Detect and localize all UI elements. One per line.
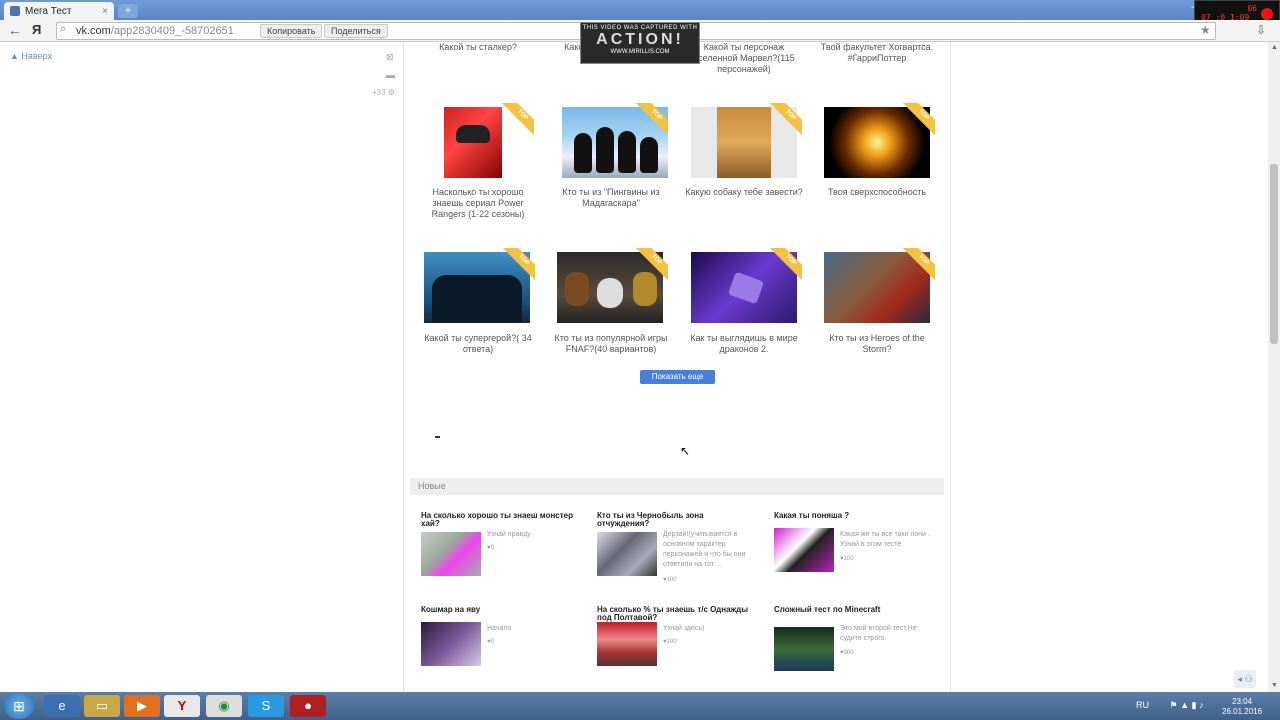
test-caption[interactable]: Твой факультет Хогвартса. #ГарриПоттер — [817, 42, 937, 64]
likes-count: ♥300 — [840, 650, 854, 656]
scroll-up-arrow-icon[interactable]: ▲ — [1271, 44, 1278, 51]
new-test-thumbnail[interactable] — [597, 622, 657, 666]
divider-mark — [435, 436, 440, 438]
likes-count: ♥100 — [663, 577, 677, 583]
media-player-icon[interactable]: ▶ — [124, 695, 160, 717]
test-caption[interactable]: Какой ты супергерой?( 34 ответа) — [418, 333, 538, 355]
test-caption[interactable]: Твоя сверхспособность — [817, 187, 937, 198]
tray-icons[interactable]: ⚑ ▲ ▮ ♪ — [1170, 700, 1204, 710]
gear-icon: ⚙ — [387, 88, 395, 97]
top-ribbon: TOP — [903, 103, 935, 135]
top-ribbon: TOP — [903, 248, 935, 280]
new-test-title[interactable]: Кто ты из Чернобыль зона отчуждения? — [597, 512, 757, 528]
search-icon: ⌕ — [60, 23, 67, 35]
top-ribbon: TOP — [503, 248, 535, 280]
explorer-folder-icon[interactable]: ▭ — [84, 695, 120, 717]
scrollbar[interactable] — [1268, 42, 1280, 692]
count-value: +33 — [372, 88, 386, 97]
test-caption[interactable]: Кто ты из "Пингвины из Мадагаскара" — [551, 187, 671, 209]
back-arrow-icon[interactable]: ← — [8, 22, 22, 38]
likes-count: ♥0 — [487, 639, 494, 645]
action-recorder-icon[interactable]: ● — [290, 695, 326, 717]
likes-count: ♥100 — [840, 556, 854, 562]
user-widget-icon[interactable]: ◂ ⚇ — [1234, 670, 1256, 688]
new-test-desc: Дерзай!(учитывается в основном характер … — [663, 531, 746, 568]
test-caption[interactable]: Насколько ты хорошо знаешь сериал Power … — [418, 187, 538, 220]
new-tab-button[interactable]: + — [118, 4, 138, 18]
new-test-title[interactable]: На сколько хорошо ты знаеш монстер хай? — [421, 512, 581, 528]
new-test-desc: Узнай здесь) — [663, 625, 705, 632]
url-domain: vk.com — [76, 25, 111, 37]
top-ribbon: TOP — [770, 103, 802, 135]
copy-button[interactable]: Копировать — [260, 24, 323, 38]
test-caption[interactable]: Какую собаку тебе завести? — [684, 187, 804, 198]
action-recorder-watermark: THIS VIDEO WAS CAPTURED WITH ACTION! WWW… — [580, 22, 700, 64]
chat-bubble-icon[interactable]: ▬ — [386, 70, 395, 80]
test-caption[interactable]: Кто ты из популярной игры FNAF?(40 вариа… — [551, 333, 671, 355]
new-test-thumbnail[interactable] — [421, 622, 481, 666]
new-test-desc: Начало — [487, 625, 512, 632]
count-badge[interactable]: +33 ⚙ — [372, 88, 395, 97]
scroll-down-arrow-icon[interactable]: ▼ — [1271, 682, 1278, 689]
start-button[interactable]: ⊞ — [4, 693, 34, 719]
likes-count: ♥100 — [663, 639, 677, 645]
bookmark-star-icon[interactable]: ★ — [1200, 23, 1211, 37]
new-test-thumbnail[interactable] — [421, 532, 481, 576]
clock-date: 26.01.2016 — [1222, 707, 1263, 716]
top-ribbon: TOP — [770, 248, 802, 280]
yandex-browser-icon[interactable]: Y — [164, 695, 200, 717]
vk-favicon-icon — [10, 6, 20, 16]
new-test-thumbnail[interactable] — [774, 627, 834, 671]
new-test-title[interactable]: Какая ты поняша ? — [774, 512, 934, 520]
clock[interactable]: 23:04 26.01.2016 — [1222, 697, 1262, 717]
yandex-icon[interactable]: Я — [32, 22, 41, 37]
new-test-title[interactable]: Сложный тест по Minecraft — [774, 606, 934, 614]
top-ribbon: TOP — [636, 103, 668, 135]
close-square-icon[interactable]: ⊠ — [386, 52, 394, 63]
new-test-title[interactable]: Кошмар на яву — [421, 606, 581, 614]
tab-close-icon[interactable]: × — [102, 6, 108, 17]
new-test-desc: Какая же ты все таки пони . Узнай в этом… — [840, 531, 930, 548]
likes-count: ♥0 — [487, 545, 494, 551]
browser-titlebar — [0, 0, 1280, 20]
test-caption[interactable]: Как ты выглядишь в мире драконов 2. — [684, 333, 804, 355]
tab-title: Мега Тест — [25, 5, 72, 17]
record-dot-icon — [1261, 8, 1273, 20]
test-caption[interactable]: Какой ты сталкер? — [418, 42, 538, 53]
url-text[interactable]: vk.com/app2830409_-58702651 — [76, 25, 234, 37]
mouse-cursor-icon: ↖ — [680, 444, 691, 458]
new-test-thumbnail[interactable] — [597, 532, 657, 576]
ie-icon[interactable]: e — [44, 695, 80, 717]
new-tests-header: Новые — [410, 478, 944, 495]
top-ribbon: TOP — [636, 248, 668, 280]
system-tray[interactable]: RU ⚑ ▲ ▮ ♪ — [1136, 700, 1203, 711]
test-thumbnail-power-rangers[interactable] — [444, 107, 502, 178]
clock-time: 23:04 — [1232, 697, 1253, 706]
top-ribbon: TOP — [502, 103, 534, 135]
scroll-up-link[interactable]: ▲ Наверх — [10, 51, 52, 61]
new-test-thumbnail[interactable] — [774, 528, 834, 572]
browser-tab[interactable]: Мега Тест × — [4, 2, 114, 20]
watermark-logo: ACTION! — [596, 31, 684, 48]
watermark-top-text: THIS VIDEO WAS CAPTURED WITH — [582, 25, 698, 31]
watermark-url: WWW.MIRILLIS.COM — [610, 49, 670, 55]
new-test-desc: Это мой второй тест.Не судите строго. — [840, 625, 917, 642]
test-caption[interactable]: Какой ты персонаж вселенной Марвел?(115 … — [684, 42, 804, 75]
download-icon[interactable]: ⇩ — [1256, 23, 1266, 37]
scrollbar-thumb[interactable] — [1270, 164, 1278, 344]
new-test-desc: Узнай правду — [487, 531, 531, 538]
test-caption[interactable]: Кто ты из Heroes of the Storm? — [817, 333, 937, 355]
share-button[interactable]: Поделиться — [324, 24, 388, 38]
new-test-title[interactable]: На сколько % ты знаешь т/с Однажды под П… — [597, 606, 757, 622]
chrome-icon[interactable]: ◉ — [206, 695, 242, 717]
skype-icon[interactable]: S — [248, 695, 284, 717]
language-indicator[interactable]: RU — [1136, 700, 1149, 710]
url-path: /app2830409_-58702651 — [110, 25, 234, 37]
show-more-tests-button[interactable]: Показать еще тесты — [640, 370, 715, 395]
